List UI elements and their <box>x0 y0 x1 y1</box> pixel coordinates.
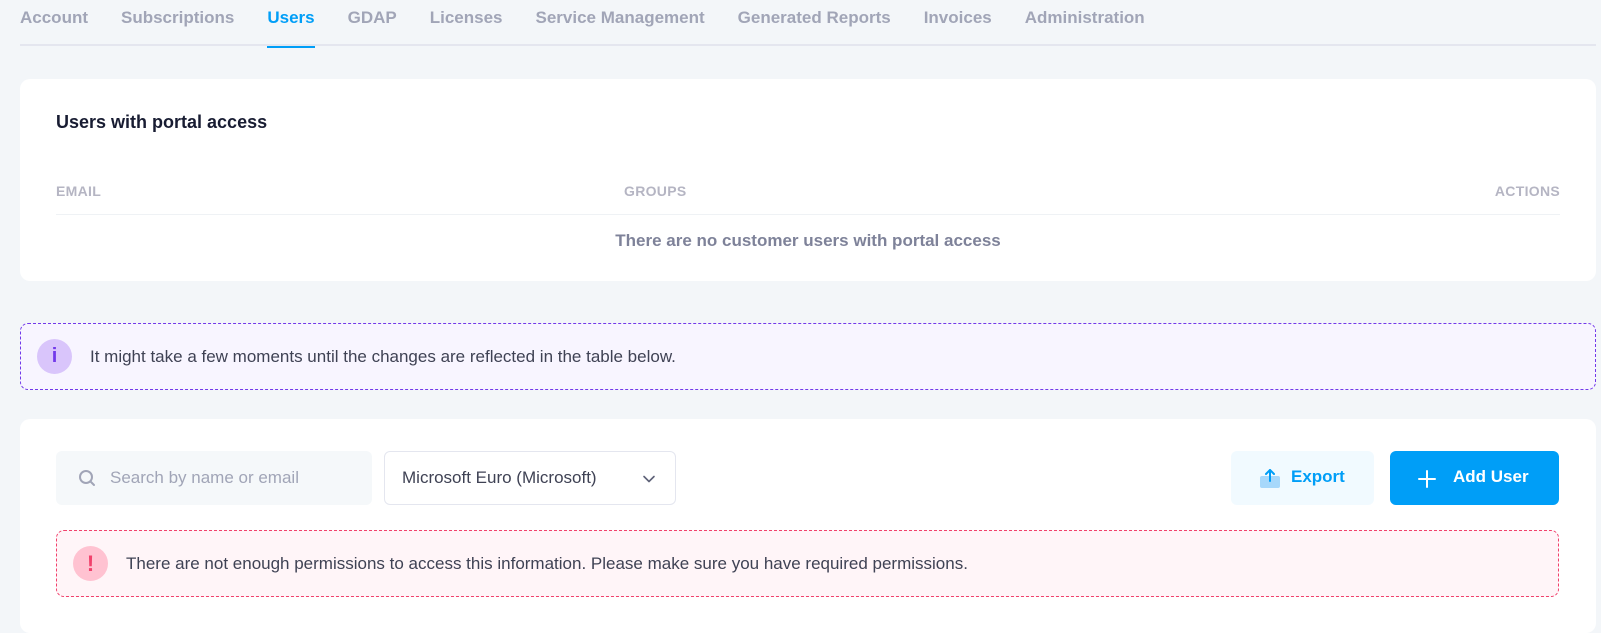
column-header-actions: ACTIONS <box>1494 183 1560 199</box>
tab-users[interactable]: Users <box>267 0 315 48</box>
tab-subscriptions[interactable]: Subscriptions <box>121 0 234 46</box>
info-banner: i It might take a few moments until the … <box>20 323 1596 390</box>
column-header-email: EMAIL <box>56 183 102 199</box>
portal-users-title: Users with portal access <box>56 112 268 132</box>
table-divider <box>56 214 1560 215</box>
search-box <box>56 451 372 505</box>
tab-generated-reports[interactable]: Generated Reports <box>738 0 891 46</box>
export-button[interactable]: Export <box>1231 451 1374 505</box>
search-icon <box>79 470 95 486</box>
provider-select-value: Microsoft Euro (Microsoft) <box>402 468 597 487</box>
column-header-groups: GROUPS <box>624 183 687 199</box>
tab-service-management[interactable]: Service Management <box>536 0 705 46</box>
export-button-label: Export <box>1291 467 1345 486</box>
upload-icon <box>1260 469 1280 488</box>
tab-invoices[interactable]: Invoices <box>924 0 992 46</box>
tab-account[interactable]: Account <box>20 0 88 46</box>
users-card: Microsoft Euro (Microsoft) Export Add Us… <box>20 419 1596 633</box>
info-banner-text: It might take a few moments until the ch… <box>90 347 676 366</box>
tab-licenses[interactable]: Licenses <box>430 0 503 46</box>
tab-administration[interactable]: Administration <box>1025 0 1145 46</box>
permission-error-text: There are not enough permissions to acce… <box>126 554 968 573</box>
add-user-button-label: Add User <box>1453 467 1529 486</box>
plus-icon <box>1418 470 1436 488</box>
add-user-button[interactable]: Add User <box>1390 451 1559 505</box>
portal-users-card: Users with portal access EMAIL GROUPS AC… <box>20 79 1596 281</box>
tab-gdap[interactable]: GDAP <box>348 0 397 46</box>
search-input[interactable] <box>110 451 360 505</box>
provider-select[interactable]: Microsoft Euro (Microsoft) <box>384 451 676 505</box>
info-icon: i <box>37 339 72 374</box>
permission-error-banner: ! There are not enough permissions to ac… <box>56 530 1559 597</box>
exclamation-icon: ! <box>73 546 108 581</box>
tab-bar: Account Subscriptions Users GDAP License… <box>20 0 1596 48</box>
chevron-down-icon <box>643 475 655 483</box>
empty-table-message: There are no customer users with portal … <box>615 231 1001 250</box>
